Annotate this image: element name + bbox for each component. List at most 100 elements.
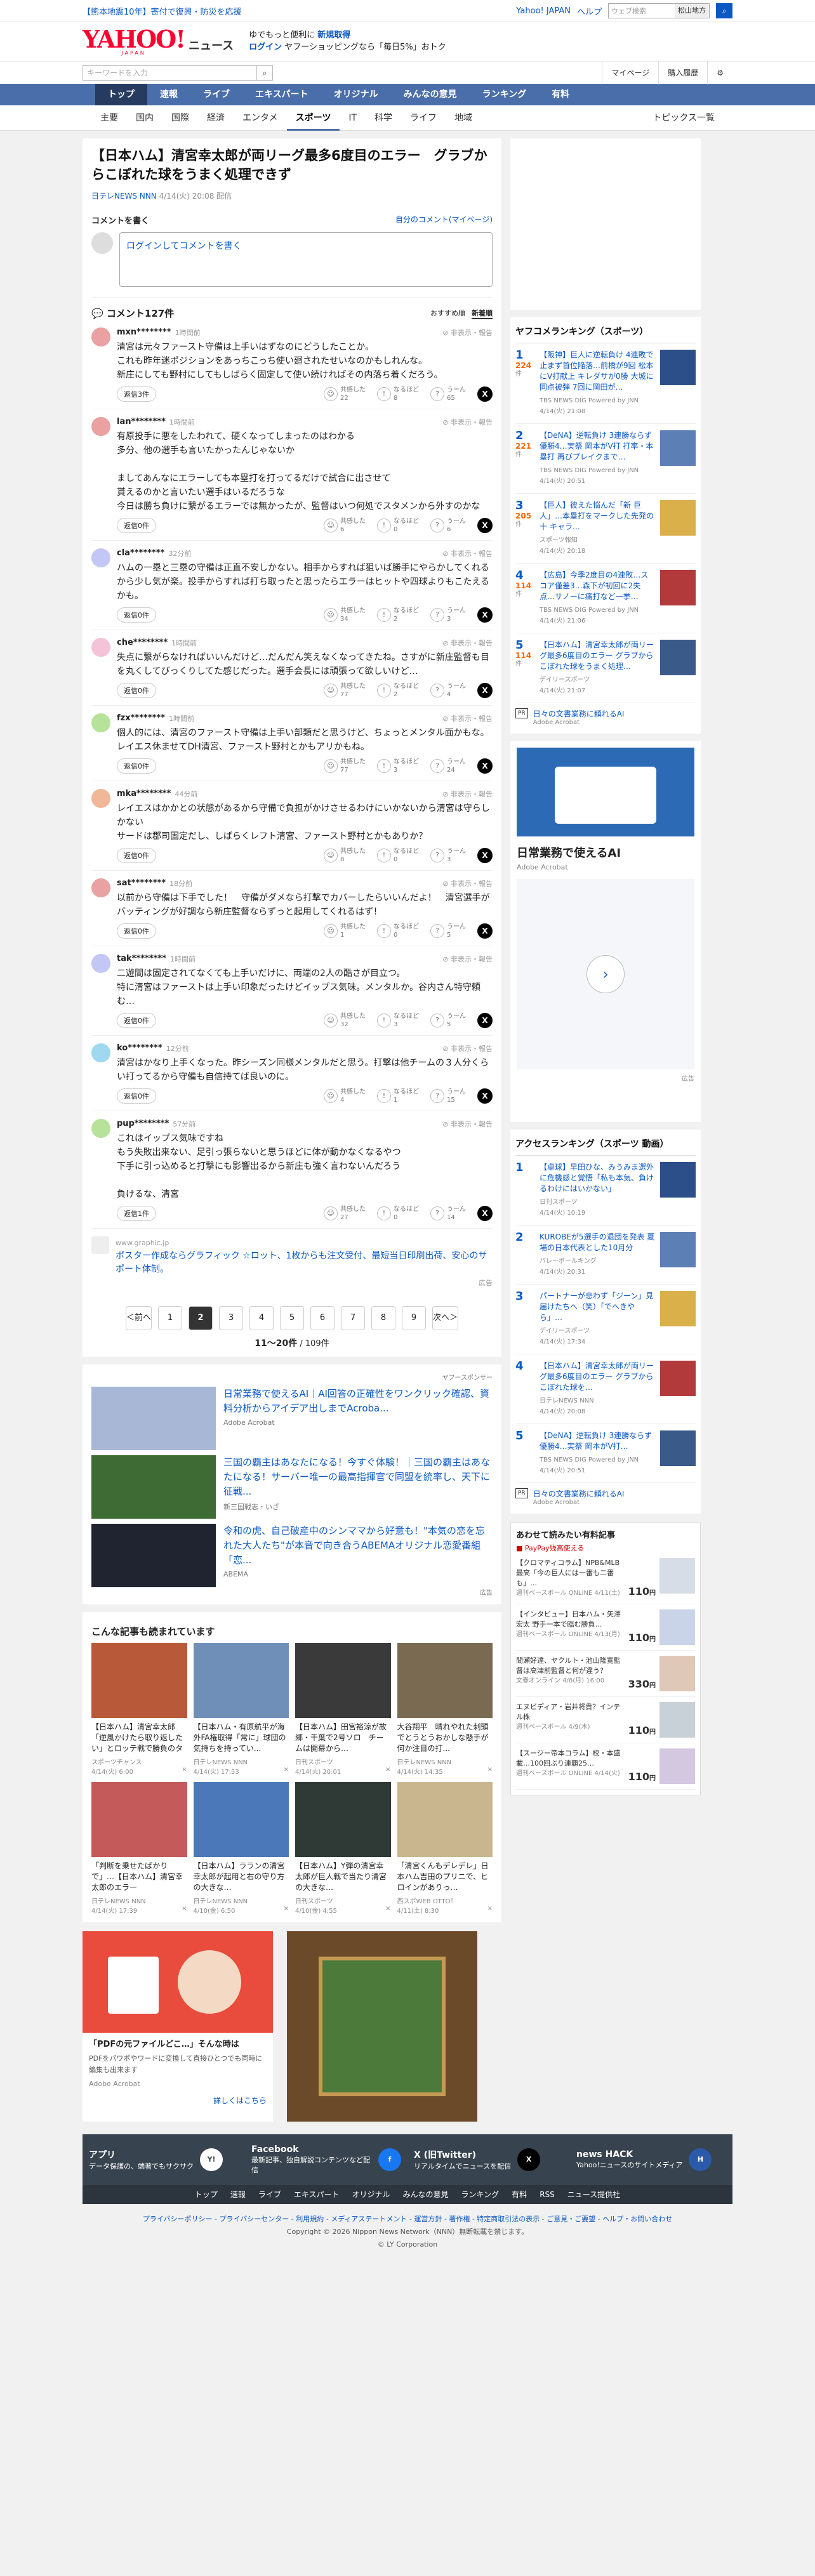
ranking-item[interactable]: 1 【卓球】早田ひな、みうみま選外に危機感と覚悟「私も本気、負けるわけにはいかない… [515,1156,696,1225]
related-item[interactable]: 【日本ハム】ラランの清宮幸太郎が起用と右の守り方の大きな… 日テレNEWS NNN… [193,1782,289,1915]
chevron-right-icon[interactable]: › [586,955,625,993]
category-tab[interactable]: エンタメ [234,105,287,131]
reaction-empathy-button[interactable]: ☺ 共感した 4 [324,1088,366,1104]
footer-nav-link[interactable]: エキスパート [294,2185,340,2204]
comment-user[interactable]: sat******** [117,878,166,888]
reply-button[interactable]: 返信0件 [117,518,156,533]
yahoo-japan-link[interactable]: Yahoo! JAPAN [516,6,571,16]
category-tab[interactable]: 主要 [91,105,127,131]
paid-article[interactable]: 【インタビュー】日本ハム・矢澤宏太 野手一本で臨む勝負… 週刊ベースボール ONL… [516,1604,695,1651]
related-title[interactable]: 【日本ハム】Y弾の清宮幸太郎が巨人戦で当たり清宮の大きな… [295,1861,391,1893]
ranking-title[interactable]: 【広島】今季2度目の4連敗…スコア僅差3…森下が初回に2失点…サノーに痛打など一… [540,570,655,602]
footer-app-link[interactable]: news HACK Yahoo!ニュースのサイトメディア H [570,2148,732,2171]
nav-tab[interactable]: ライブ [190,84,242,105]
comment-user[interactable]: fzx******** [117,713,165,723]
comment-login-box[interactable]: ログインしてコメントを書く [119,232,493,287]
related-title[interactable]: 「清宮くんもデレデレ」日本ハム吉田のプリニで、ヒロインがありっ… [397,1861,493,1893]
footer-nav-link[interactable]: RSS [540,2185,555,2204]
hide-report-link[interactable]: ⊘ 非表示・報告 [442,548,493,558]
reaction-hmm-button[interactable]: ? うーん 15 [430,1088,466,1104]
prev-page-button[interactable]: ＜前へ [125,1306,152,1330]
reaction-hmm-button[interactable]: ? うーん 14 [430,1205,466,1222]
hide-report-link[interactable]: ⊘ 非表示・報告 [442,1043,493,1054]
reaction-empathy-button[interactable]: ☺ 共感した 6 [324,517,366,534]
reaction-empathy-button[interactable]: ☺ 共感した 1 [324,923,366,939]
related-item[interactable]: 「判断を乗せたばかりで」…【日本ハム】清宮幸太郎のエラー 日テレNEWS NNN 4… [91,1782,187,1915]
disaster-donation-link[interactable]: 【熊本地震10年】寄付で復興・防災を応援 [83,8,242,17]
purchase-history-link[interactable]: 購入履歴 [658,62,707,84]
page-button[interactable]: 2 [189,1306,213,1330]
close-icon[interactable]: × [487,1766,493,1776]
reaction-hmm-button[interactable]: ? うーん 5 [430,1012,466,1029]
reaction-empathy-button[interactable]: ☺ 共感した 77 [324,682,366,699]
reply-button[interactable]: 返信0件 [117,683,156,698]
reaction-empathy-button[interactable]: ☺ 共感した 27 [324,1205,366,1222]
category-tab[interactable]: IT [340,105,366,131]
x-share-icon[interactable]: X [477,1013,493,1028]
reaction-insight-button[interactable]: ! なるほど 0 [377,923,419,939]
x-share-icon[interactable]: X [477,758,493,774]
ranking-title[interactable]: 【巨人】彼えた悩んだ「新 巨人」…本塁打をマークした先発の十 キャラ… [540,500,655,532]
article-title[interactable]: 【日本ハム】清宮幸太郎が両リーグ最多6度目のエラー グラブからこぼれた球をうまく… [91,146,493,184]
category-tab[interactable]: 国際 [162,105,198,131]
ranking-title[interactable]: 【阪神】巨人に逆転負け 4連敗で止まず首位陥落…前橋が9回 松本にV打献上 キレ… [540,350,655,393]
ranking-title[interactable]: 【日本ハム】清宮幸太郎が両リーグ最多6度目のエラー グラブからこぼれた球をうまく… [540,640,655,672]
yahoo-logo[interactable]: YAHOO! JAPAN [83,27,186,56]
reaction-hmm-button[interactable]: ? うーん 3 [430,607,466,623]
x-share-icon[interactable]: X [477,518,493,533]
close-icon[interactable]: × [385,1766,390,1776]
nav-tab[interactable]: 有料 [539,84,582,105]
category-tab[interactable]: ライフ [401,105,446,131]
paid-article-title[interactable]: 間瀬好達、ヤクルト・池山隆寛監督は高津前監督と何が違う？ [516,1656,625,1676]
comment-user[interactable]: pup******** [117,1119,169,1129]
sort-recommended[interactable]: おすすめ順 [430,308,465,319]
page-button[interactable]: 8 [371,1306,395,1330]
reply-button[interactable]: 返信0件 [117,848,156,863]
page-button[interactable]: 3 [219,1306,243,1330]
paid-article-title[interactable]: 【クロマティコラム】NPB&MLB最高「今の巨人には一番も二番も」… [516,1558,625,1589]
footer-nav-link[interactable]: ランキング [461,2185,500,2204]
hide-report-link[interactable]: ⊘ 非表示・報告 [442,327,493,338]
reply-button[interactable]: 返信1件 [117,1206,156,1221]
related-item[interactable]: 「清宮くんもデレデレ」日本ハム吉田のプリニで、ヒロインがありっ… 西スポWEB O… [397,1782,493,1915]
reply-button[interactable]: 返信0件 [117,607,156,623]
ranking-item[interactable]: 3 パートナーが悲わず「ジーン」見届けたちへ（笑）「でへきやら」… デイリースポーツ… [515,1285,696,1354]
category-tab[interactable]: スポーツ [286,105,340,131]
footer-nav-link[interactable]: 速報 [230,2185,246,2204]
pr-link[interactable]: PR 日々の文書業務に頼れるAI Adobe Acrobat [515,1483,696,1511]
x-share-icon[interactable]: X [477,848,493,863]
ranking-item[interactable]: 2 221 件【DeNA】逆転負け 3連勝ならず優勝4…実祭 岡本がV打 打率・本塁… [515,424,696,494]
next-page-button[interactable]: 次へ＞ [432,1306,459,1330]
footer-nav-link[interactable]: みんなの意見 [403,2185,449,2204]
ranking-item[interactable]: 2 KUROBEが5選手の退団を発表 夏場の日本代表とした10月分 バレーボールキン… [515,1225,696,1285]
web-search-input[interactable]: ウェブ検索 松山地方 [608,3,710,18]
x-share-icon[interactable]: X [477,923,493,939]
search-icon[interactable]: ⌕ [256,65,273,81]
news-logo-text[interactable]: ニュース [189,37,234,53]
reply-button[interactable]: 返信0件 [117,758,156,774]
hide-report-link[interactable]: ⊘ 非表示・報告 [442,417,493,427]
paid-article[interactable]: 【スージー帝本コラム】校・本盛載…100回ぶり連覇25… 週刊ベースボール ONL… [516,1743,695,1790]
reaction-empathy-button[interactable]: ☺ 共感した 77 [324,758,366,774]
hide-report-link[interactable]: ⊘ 非表示・報告 [442,638,493,648]
sponsored-item[interactable]: 日常業務で使えるAI｜AI回答の正確性をワンクリック確認、資料分析からアイデア出… [91,1387,493,1450]
x-share-icon[interactable]: X [477,386,493,402]
comment-user[interactable]: ko******** [117,1043,162,1054]
sponsored-title[interactable]: 日常業務で使えるAI｜AI回答の正確性をワンクリック確認、資料分析からアイデア出… [223,1387,493,1416]
ranking-title[interactable]: 【DeNA】逆転負け 3連勝ならず優勝4…実祭 岡本がV打… [540,1430,655,1452]
related-item[interactable]: 【日本ハム・有原航平が海外FA権取得「常に」球団の気持ちを持ってい... 日テレN… [193,1643,289,1776]
comment-user[interactable]: che******** [117,638,168,648]
sponsored-title[interactable]: 令和の虎、自己破産中のシンママから好意も！"本気の恋を忘れた大人たち"が本音で向… [223,1524,493,1568]
x-share-icon[interactable]: X [477,607,493,623]
ranking-item[interactable]: 5 【DeNA】逆転負け 3連勝ならず優勝4…実祭 岡本がV打… TBS NEWS … [515,1424,696,1483]
close-icon[interactable]: × [284,1905,289,1915]
comment-user[interactable]: lan******** [117,417,166,427]
ranking-item[interactable]: 4 【日本ハム】清宮幸太郎が両リーグ最多6度目のエラー グラブからこぼれた球を… 日… [515,1354,696,1424]
category-tab[interactable]: 国内 [127,105,162,131]
page-button[interactable]: 5 [280,1306,304,1330]
paid-article-title[interactable]: エヌビディア・岩井将貴？インテル株 [516,1702,625,1722]
related-title[interactable]: 大谷翔平 晴れやれた刺頭でとうとうおかしな懸手が何か注目の打... [397,1722,493,1754]
reaction-insight-button[interactable]: ! なるほど 0 [377,1205,419,1222]
reaction-insight-button[interactable]: ! なるほど 3 [377,1012,419,1029]
reaction-hmm-button[interactable]: ? うーん 5 [430,923,466,939]
